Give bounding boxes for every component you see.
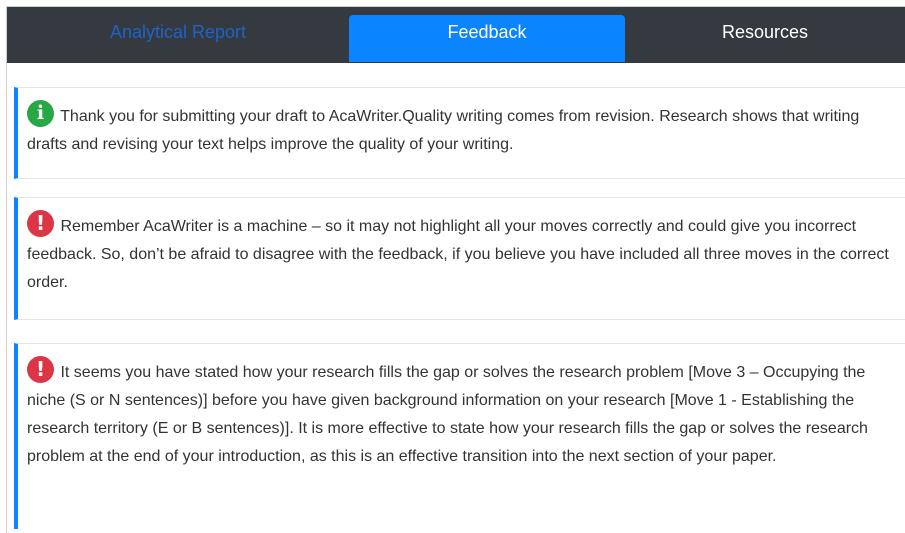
feedback-message-info: i Thank you for submitting your draft to… — [14, 87, 905, 179]
alert-icon: ! — [27, 210, 54, 237]
tab-resources[interactable]: Resources — [625, 7, 905, 63]
feedback-message-text: Thank you for submitting your draft to A… — [27, 108, 860, 153]
info-icon: i — [27, 100, 54, 127]
tab-feedback[interactable]: Feedback — [349, 15, 625, 62]
feedback-message-text: Remember AcaWriter is a machine – so it … — [27, 218, 889, 291]
tab-analytical-report[interactable]: Analytical Report — [7, 7, 349, 63]
feedback-message-text: It seems you have stated how your resear… — [27, 364, 868, 465]
feedback-message-alert: ! It seems you have stated how your rese… — [14, 343, 905, 529]
alert-icon: ! — [27, 356, 54, 383]
feedback-message-alert: ! Remember AcaWriter is a machine – so i… — [14, 197, 905, 320]
tab-bar: Analytical Report Feedback Resources — [7, 7, 905, 63]
